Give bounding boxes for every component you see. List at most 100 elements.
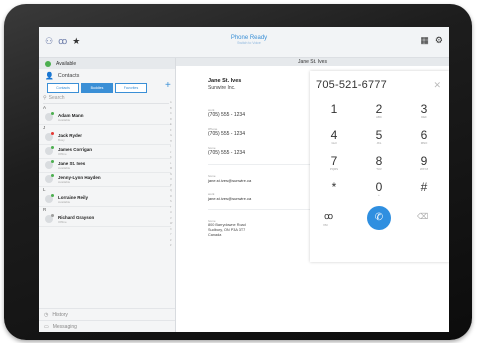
key-letters: + xyxy=(378,193,380,197)
key-digit: 4 xyxy=(330,128,338,142)
alphabet-letter[interactable]: # xyxy=(170,243,174,249)
key-digit: 9 xyxy=(420,154,428,168)
key-digit: 0 xyxy=(375,180,383,194)
presence-dot xyxy=(51,174,54,177)
available-status-dot xyxy=(45,60,51,67)
address-field[interactable]: home 800 Barrydowne Road Sudbury, ON P3A… xyxy=(208,219,318,238)
key-4[interactable]: 4 GHI xyxy=(314,129,354,145)
detail-header: Jane St. Ives xyxy=(176,58,449,66)
phone-field[interactable]: work (705) 555 - 1234 xyxy=(208,108,318,118)
backspace-icon[interactable]: ⌫ xyxy=(417,212,428,221)
contact-company: Sunwire Inc. xyxy=(208,85,236,91)
key-star[interactable]: * xyxy=(314,181,354,193)
key-letters: DEF xyxy=(421,115,427,119)
search-icon: ⚲ xyxy=(43,95,47,101)
key-letters: JKL xyxy=(376,141,382,145)
phone-field[interactable]: home (705) 555 - 1234 xyxy=(208,146,318,156)
key-6[interactable]: 6 MNO xyxy=(404,129,444,145)
presence-dot xyxy=(51,160,54,163)
key-letters: PQRS xyxy=(330,167,338,171)
contact-status: Available xyxy=(58,180,71,184)
add-contact-button[interactable]: + xyxy=(165,80,171,91)
key-9[interactable]: 9 WXYZ xyxy=(404,155,444,171)
sidebar-bottom-nav: ◷ History ▭ Messaging xyxy=(39,308,175,332)
key-letters: TUV xyxy=(376,167,382,171)
sidebar: Available 👤 Contacts Contacts Buddies Fa… xyxy=(39,58,176,332)
phone-settings-icon[interactable]: ⚇ xyxy=(45,36,53,46)
dialed-number[interactable]: 705-521-6777 xyxy=(316,79,387,91)
alphabet-index[interactable]: A B C D E F G H I J K L M N O P Q R S T U V W X Y Z # xyxy=(170,100,174,249)
key-letters: ABC xyxy=(376,115,382,119)
search-input[interactable]: ⚲ Search xyxy=(43,95,169,104)
key-digit: 6 xyxy=(420,128,428,142)
availability-label: Available xyxy=(56,60,77,67)
app-subtitle: Switch to Voice xyxy=(237,41,261,45)
contact-status: Available xyxy=(58,200,71,204)
voicemail-button[interactable]: ꝏ xyxy=(324,211,333,222)
key-hash[interactable]: # xyxy=(404,181,444,193)
key-digit: 2 xyxy=(375,102,383,116)
key-letters: MNO xyxy=(420,141,428,145)
list-item[interactable]: Jenny-Lynn Hayden Available xyxy=(39,173,171,187)
close-icon[interactable]: ✕ xyxy=(433,80,441,91)
call-button[interactable]: ✆ xyxy=(367,206,391,230)
contact-info: Jane St. Ives Sunwire Inc. work (705) 55… xyxy=(208,78,318,238)
top-bar: ⚇ ꝏ ★ Phone Ready Switch to Voice ▦ ⚙ xyxy=(39,27,449,58)
sidebar-item-messaging[interactable]: ▭ Messaging xyxy=(39,320,175,332)
contacts-header: 👤 Contacts xyxy=(45,72,79,80)
message-icon: ▭ xyxy=(44,323,49,330)
star-icon[interactable]: ★ xyxy=(72,36,80,46)
key-8[interactable]: 8 TUV xyxy=(359,155,399,171)
contact-status: Offline xyxy=(58,220,67,224)
email-field[interactable]: work jane.st.ives@sunwire.ca xyxy=(208,192,318,201)
field-value: (705) 555 - 1234 xyxy=(208,112,245,118)
key-digit: * xyxy=(331,180,337,194)
dialpad-popover: 705-521-6777 ✕ 1 2 ABC 3 DEF 4 GHI 5 JKL 6 MN… xyxy=(310,71,449,262)
field-value: jane.st.ives@sunwire.ca xyxy=(208,178,252,183)
address-line: Canada xyxy=(208,233,222,237)
messaging-label: Messaging xyxy=(52,323,77,330)
voicemail-icon[interactable]: ꝏ xyxy=(58,36,67,46)
tab-buddies[interactable]: Buddies xyxy=(81,83,113,93)
contacts-label: Contacts xyxy=(57,73,80,79)
availability-bar[interactable]: Available xyxy=(39,58,175,69)
tab-favorites[interactable]: Favorites xyxy=(115,83,147,93)
key-3[interactable]: 3 DEF xyxy=(404,103,444,119)
presence-dot xyxy=(51,194,54,197)
divider xyxy=(208,209,318,210)
top-left-icons: ⚇ ꝏ ★ xyxy=(45,36,80,46)
search-placeholder: Search xyxy=(48,95,65,101)
email-field[interactable]: home jane.st.ives@sunwire.ca xyxy=(208,174,318,183)
key-digit: 1 xyxy=(330,102,338,116)
gear-icon[interactable]: ⚙ xyxy=(435,35,443,45)
contact-status: Offline xyxy=(58,152,67,156)
presence-dot xyxy=(51,214,54,217)
key-2[interactable]: 2 ABC xyxy=(359,103,399,119)
list-item[interactable]: Adam Mann Available xyxy=(39,111,171,125)
contact-status: Available xyxy=(58,166,71,170)
list-item[interactable]: Lorraine Reily Available xyxy=(39,193,171,207)
presence-dot xyxy=(51,132,54,135)
voicemail-label: VM xyxy=(323,223,328,227)
dialpad-icon[interactable]: ▦ xyxy=(420,35,429,45)
key-5[interactable]: 5 JKL xyxy=(359,129,399,145)
key-1[interactable]: 1 xyxy=(314,103,354,115)
contacts-icon: 👤 xyxy=(45,73,54,80)
phone-icon: ✆ xyxy=(374,212,384,223)
list-item[interactable]: Richard Grayson Offline xyxy=(39,213,171,227)
phone-field[interactable]: iPhone (705) 555 - 1234 xyxy=(208,127,318,137)
key-digit: 7 xyxy=(330,154,338,168)
app-status: Phone Ready Switch to Voice xyxy=(209,35,289,45)
key-7[interactable]: 7 PQRS xyxy=(314,155,354,171)
list-item[interactable]: Jane St. Ives Available xyxy=(39,159,171,173)
key-digit: 5 xyxy=(375,128,383,142)
sidebar-item-history[interactable]: ◷ History xyxy=(39,308,175,320)
tab-contacts[interactable]: Contacts xyxy=(47,83,79,93)
key-0[interactable]: 0 + xyxy=(359,181,399,197)
list-item[interactable]: Jack Ryder Busy xyxy=(39,131,171,145)
app-screen: ⚇ ꝏ ★ Phone Ready Switch to Voice ▦ ⚙ Av… xyxy=(39,27,449,332)
presence-dot xyxy=(51,112,54,115)
top-right-icons: ▦ ⚙ xyxy=(420,35,443,45)
list-item[interactable]: James Corrigan Offline xyxy=(39,145,171,159)
presence-dot xyxy=(51,146,54,149)
